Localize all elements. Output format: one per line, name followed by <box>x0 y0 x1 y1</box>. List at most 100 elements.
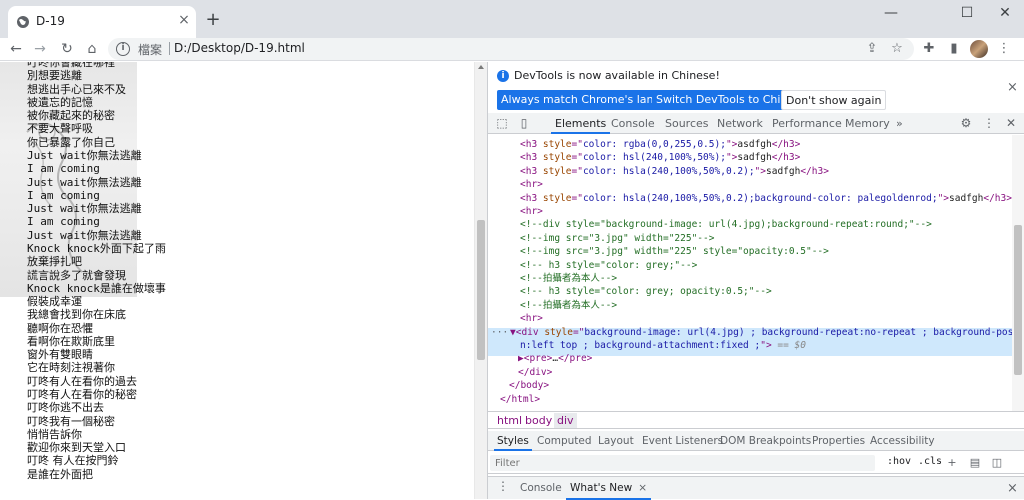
cls-toggle[interactable]: .cls <box>918 456 942 467</box>
extensions-icon[interactable]: ✚ <box>919 38 939 60</box>
computed-sidebar-icon[interactable]: ◫ <box>989 455 1005 471</box>
side-panel-icon[interactable]: ▮ <box>944 38 964 60</box>
dom-token: "> <box>937 192 950 204</box>
reload-icon[interactable]: ↻ <box>57 38 77 60</box>
poem-line-text: 叮咚有人在看你的過去 <box>27 374 137 388</box>
window-minimize-icon[interactable]: — <box>876 4 906 22</box>
drawer-menu-icon[interactable]: ⋮ <box>497 479 509 493</box>
dom-tree-scrollbar[interactable] <box>1012 135 1024 411</box>
url-text[interactable]: D:/Desktop/D-19.html <box>174 41 305 55</box>
filter-input[interactable] <box>490 455 875 471</box>
device-toolbar-icon[interactable]: ▯ <box>516 115 532 131</box>
bookmark-star-icon[interactable]: ☆ <box>887 38 907 60</box>
dom-tree-scrollbar-thumb[interactable] <box>1014 225 1022 375</box>
dom-node-line[interactable]: <hr> <box>488 178 1012 191</box>
dom-node-selected-cont[interactable]: n:left top ; background-attachment:fixed… <box>488 339 1012 352</box>
drawer-close-icon[interactable]: × <box>1007 481 1018 496</box>
drawer-tab-close-icon[interactable]: × <box>638 482 647 494</box>
dom-node-selected[interactable]: ▼<div style="background-image: url(4.jpg… <box>488 326 1012 339</box>
dom-tree[interactable]: <h3 style="color: rgba(0,0,255,0.5);">as… <box>488 135 1012 411</box>
home-icon[interactable]: ⌂ <box>82 38 102 60</box>
more-tabs-icon[interactable]: » <box>896 113 903 134</box>
poem-line: 被遺忘的記憶 <box>27 96 166 109</box>
dom-node-line[interactable]: <h3 style="color: hsl(240,100%,50%);">sa… <box>488 151 1012 164</box>
subtab-dom-breakpoints[interactable]: DOM Breakpoints <box>720 431 811 451</box>
subtab-event-listeners[interactable]: Event Listeners <box>642 431 723 451</box>
dom-node-line[interactable]: </div> <box>488 366 1012 379</box>
breadcrumb-div[interactable]: div <box>554 413 577 428</box>
tab-memory[interactable]: Memory <box>845 113 890 134</box>
share-icon[interactable]: ⇪ <box>862 38 882 60</box>
tab-console[interactable]: Console <box>611 113 655 134</box>
poem-line: 你已暴露了你自己 <box>27 136 166 149</box>
dom-node-line[interactable]: <hr> <box>488 312 1012 325</box>
tab-sources[interactable]: Sources <box>665 113 709 134</box>
breadcrumb-body[interactable]: body <box>522 413 555 428</box>
dom-node-line[interactable]: <!--img src="3.jpg" width="225"--> <box>488 232 1012 245</box>
subtab-layout[interactable]: Layout <box>598 431 634 451</box>
dom-node-line[interactable]: ▶<pre>…</pre> <box>488 352 1012 365</box>
browser-tab[interactable]: D-19 × <box>8 6 196 38</box>
page-scrollbar[interactable] <box>474 62 487 499</box>
poem-line-text: 是誰在做壞事 <box>99 281 166 295</box>
dom-node-line[interactable]: <!--div style="background-image: url(4.j… <box>488 218 1012 231</box>
tab-close-icon[interactable]: × <box>176 12 192 28</box>
dont-show-again-button[interactable]: Don't show again <box>781 90 887 110</box>
dom-node-line[interactable]: <h3 style="color: hsla(240,100%,50%,0.2)… <box>488 192 1012 205</box>
subtab-styles[interactable]: Styles <box>494 431 532 451</box>
poem-line-mono: Just wait <box>27 228 87 242</box>
drawer-tab-whats-new[interactable]: What's New × <box>566 477 651 500</box>
page-scrollbar-thumb[interactable] <box>477 220 485 360</box>
subtab-computed[interactable]: Computed <box>537 431 592 451</box>
settings-gear-icon[interactable]: ⚙ <box>958 115 974 131</box>
dom-node-line[interactable]: </html> <box>488 393 1012 406</box>
drawer-tab-console[interactable]: Console <box>520 477 562 500</box>
dom-token: sadfgh <box>766 165 801 177</box>
dom-node-line[interactable]: <!--拍攝者為本人--> <box>488 299 1012 312</box>
dom-node-line[interactable]: <!-- h3 style="color: grey;"--> <box>488 259 1012 272</box>
dom-token: ▶<pre> <box>518 353 553 365</box>
banner-close-icon[interactable]: × <box>1007 80 1018 95</box>
address-bar[interactable]: i 檔案 D:/Desktop/D-19.html <box>108 38 914 60</box>
dom-token: =" <box>571 152 583 164</box>
devtools-close-icon[interactable]: ✕ <box>1003 115 1019 131</box>
forward-icon[interactable]: → <box>30 38 50 60</box>
subtab-accessibility[interactable]: Accessibility <box>870 431 935 451</box>
poem-line: Knock knock外面下起了雨 <box>27 242 166 255</box>
devtools-menu-icon[interactable]: ⋮ <box>981 115 997 131</box>
paint-icon[interactable]: ▤ <box>967 455 983 471</box>
info-icon[interactable]: i <box>116 42 130 56</box>
dom-token: </pre> <box>558 353 593 365</box>
poem-line-text: 叮咚 有人在按門鈴 <box>27 454 119 468</box>
dom-node-line[interactable]: <h3 style="color: rgba(0,0,255,0.5);">as… <box>488 138 1012 151</box>
back-icon[interactable]: ← <box>6 38 26 60</box>
dom-node-line[interactable]: <hr> <box>488 205 1012 218</box>
profile-avatar[interactable] <box>970 40 988 58</box>
dom-node-line[interactable]: <!--拍攝者為本人--> <box>488 272 1012 285</box>
dom-token: color: hsla(240,100%,50%,0.2); <box>582 165 755 177</box>
poem-line: I am coming <box>27 162 166 175</box>
window-maximize-icon[interactable]: ☐ <box>952 4 982 22</box>
dom-node-line[interactable]: <h3 style="color: hsla(240,100%,50%,0.2)… <box>488 165 1012 178</box>
poem-line-text: 你無法逃離 <box>86 148 142 162</box>
dom-token: "> <box>725 152 738 164</box>
new-tab-icon[interactable]: + <box>203 11 223 31</box>
breadcrumb-html[interactable]: html <box>494 413 525 428</box>
dom-node-line[interactable]: </body> <box>488 379 1012 392</box>
inspect-element-icon[interactable]: ⬚ <box>494 115 510 131</box>
poem-line-text: 我總會找到你在床底 <box>27 308 126 322</box>
browser-menu-icon[interactable]: ⋮ <box>994 38 1014 60</box>
poem-line: Just wait你無法逃離 <box>27 229 166 242</box>
subtab-properties[interactable]: Properties <box>812 431 865 451</box>
tab-elements[interactable]: Elements <box>550 113 611 134</box>
poem-line: 它在時刻注視著你 <box>27 361 166 374</box>
dom-node-line[interactable]: <!--img src="3.jpg" width="225" style="o… <box>488 245 1012 258</box>
dom-node-line[interactable]: <!-- h3 style="color: grey; opacity:0.5;… <box>488 285 1012 298</box>
tab-performance[interactable]: Performance <box>772 113 842 134</box>
breadcrumb: html body div <box>488 411 1024 429</box>
hov-toggle[interactable]: :hov <box>887 456 911 467</box>
window-close-icon[interactable]: ✕ <box>990 4 1020 22</box>
tab-network[interactable]: Network <box>717 113 763 134</box>
scroll-up-icon[interactable] <box>478 65 484 69</box>
new-style-rule-icon[interactable]: + <box>944 455 960 471</box>
